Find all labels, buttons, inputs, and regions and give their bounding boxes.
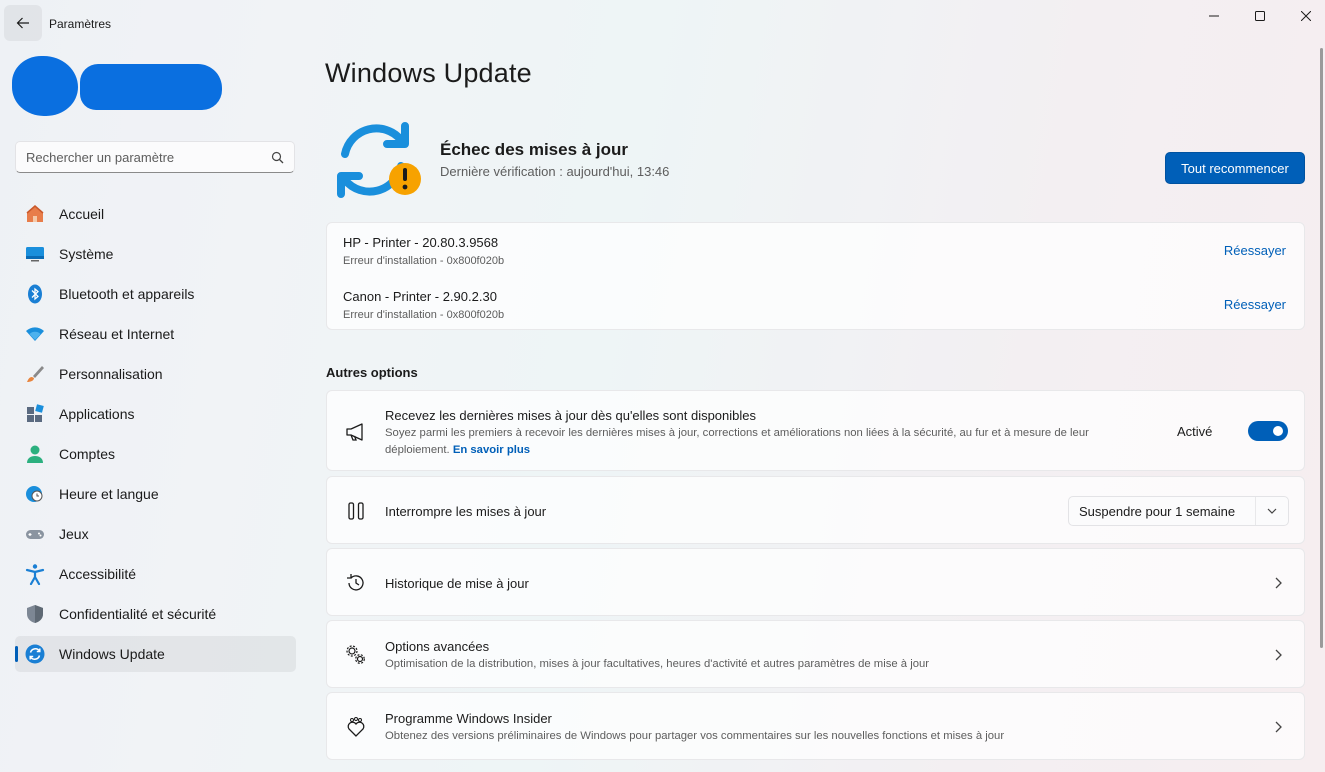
update-row: HP - Printer - 20.80.3.9568 Erreur d'ins… [343, 231, 1288, 271]
chevron-right-icon [1275, 649, 1282, 661]
sidebar-item-accueil[interactable]: Accueil [15, 196, 296, 232]
account-name-redacted [80, 64, 222, 110]
sidebar-item-confidentialite[interactable]: Confidentialité et sécurité [15, 596, 296, 632]
latest-updates-card: Recevez les dernières mises à jour dès q… [326, 390, 1305, 471]
update-name: Canon - Printer - 2.90.2.30 [343, 289, 497, 304]
sidebar-item-label: Windows Update [59, 646, 165, 662]
advanced-options-card[interactable]: Options avancées Optimisation de la dist… [326, 620, 1305, 688]
avatar[interactable] [12, 56, 78, 116]
accessibility-icon [23, 562, 47, 586]
gamepad-icon [23, 522, 47, 546]
minimize-button[interactable] [1191, 0, 1237, 32]
sidebar-item-label: Personnalisation [59, 366, 163, 382]
toggle-state-label: Activé [1177, 424, 1213, 439]
retry-link[interactable]: Réessayer [1224, 297, 1286, 312]
sidebar-item-windows-update[interactable]: Windows Update [15, 636, 296, 672]
sidebar-item-label: Bluetooth et appareils [59, 286, 195, 302]
option-title: Recevez les dernières mises à jour dès q… [385, 408, 757, 423]
page-title: Windows Update [325, 58, 532, 88]
update-error: Erreur d'installation - 0x800f020b [343, 255, 505, 267]
arrow-left-icon [16, 17, 29, 29]
search-box[interactable] [15, 141, 295, 173]
sidebar-item-label: Accueil [59, 206, 105, 222]
option-title: Options avancées [385, 639, 490, 654]
dropdown-value: Suspendre pour 1 semaine [1079, 503, 1236, 519]
pause-icon [343, 498, 369, 524]
person-icon [23, 442, 47, 466]
sidebar-item-heure[interactable]: Heure et langue [15, 476, 296, 512]
sidebar-nav: Accueil Système Bluetooth et appareils R… [15, 196, 296, 676]
option-description-line: Soyez parmi les premiers à recevoir les … [385, 427, 1089, 439]
option-description: Soyez parmi les premiers à recevoir les … [385, 425, 1155, 459]
sidebar-item-bluetooth[interactable]: Bluetooth et appareils [15, 276, 296, 312]
brush-icon [23, 362, 47, 386]
monitor-icon [23, 242, 47, 266]
update-status-title: Échec des mises à jour [440, 140, 629, 159]
megaphone-icon [343, 419, 369, 445]
learn-more-link[interactable]: En savoir plus [453, 444, 530, 456]
option-description: Obtenez des versions préliminaires de Wi… [385, 730, 1005, 742]
pause-duration-dropdown[interactable]: Suspendre pour 1 semaine [1068, 496, 1289, 526]
update-name: HP - Printer - 20.80.3.9568 [343, 235, 499, 250]
sidebar-item-label: Applications [59, 406, 135, 422]
chevron-down-icon[interactable] [1256, 505, 1288, 517]
update-history-card[interactable]: Historique de mise à jour [326, 548, 1305, 616]
close-button[interactable] [1283, 0, 1325, 32]
windows-update-icon [23, 642, 47, 666]
retry-all-button[interactable]: Tout recommencer [1165, 152, 1305, 184]
sidebar-item-label: Heure et langue [59, 486, 159, 502]
sync-warning-icon [337, 122, 421, 198]
history-icon [343, 570, 369, 596]
option-description-line: déploiement. [385, 444, 450, 456]
update-error: Erreur d'installation - 0x800f020b [343, 309, 505, 321]
apps-icon [23, 402, 47, 426]
sidebar-item-label: Accessibilité [59, 566, 137, 582]
latest-updates-toggle[interactable] [1248, 421, 1288, 441]
title-bar: Paramètres [0, 0, 1325, 48]
windows-insider-card[interactable]: Programme Windows Insider Obtenez des ve… [326, 692, 1305, 760]
wifi-icon [23, 322, 47, 346]
sidebar-item-personnalisation[interactable]: Personnalisation [15, 356, 296, 392]
failed-updates-card: HP - Printer - 20.80.3.9568 Erreur d'ins… [326, 222, 1305, 330]
shield-icon [23, 602, 47, 626]
scrollbar-thumb[interactable] [1320, 48, 1323, 648]
search-icon[interactable] [271, 151, 284, 164]
chevron-right-icon [1275, 577, 1282, 589]
option-title: Programme Windows Insider [385, 711, 552, 726]
maximize-icon [1255, 11, 1265, 21]
minimize-icon [1209, 15, 1219, 17]
home-icon [23, 202, 47, 226]
app-title: Paramètres [49, 17, 112, 31]
sidebar-item-reseau[interactable]: Réseau et Internet [15, 316, 296, 352]
sidebar-item-jeux[interactable]: Jeux [15, 516, 296, 552]
globe-clock-icon [23, 482, 47, 506]
gears-icon [343, 642, 369, 668]
option-description: Optimisation de la distribution, mises à… [385, 658, 930, 670]
last-check-text: Dernière vérification : aujourd'hui, 13:… [440, 164, 670, 179]
sidebar-item-label: Système [59, 246, 114, 262]
insider-icon [343, 714, 369, 740]
sidebar-item-label: Réseau et Internet [59, 326, 175, 342]
pause-updates-card: Interrompre les mises à jour Suspendre p… [326, 476, 1305, 544]
sidebar-item-label: Jeux [59, 526, 89, 542]
scrollbar[interactable] [1320, 48, 1323, 648]
back-button[interactable] [4, 5, 42, 41]
option-title: Historique de mise à jour [385, 576, 529, 591]
sidebar-item-comptes[interactable]: Comptes [15, 436, 296, 472]
retry-link[interactable]: Réessayer [1224, 243, 1286, 258]
update-row: Canon - Printer - 2.90.2.30 Erreur d'ins… [343, 285, 1288, 325]
bluetooth-icon [23, 282, 47, 306]
sidebar-item-accessibilite[interactable]: Accessibilité [15, 556, 296, 592]
option-title: Interrompre les mises à jour [385, 504, 547, 519]
sidebar-item-label: Confidentialité et sécurité [59, 606, 217, 622]
section-title: Autres options [326, 365, 418, 380]
sidebar-item-label: Comptes [59, 446, 116, 462]
close-icon [1301, 11, 1311, 21]
sidebar-item-systeme[interactable]: Système [15, 236, 296, 272]
sidebar-item-applications[interactable]: Applications [15, 396, 296, 432]
chevron-right-icon [1275, 721, 1282, 733]
search-input[interactable] [26, 149, 271, 165]
maximize-button[interactable] [1237, 0, 1283, 32]
